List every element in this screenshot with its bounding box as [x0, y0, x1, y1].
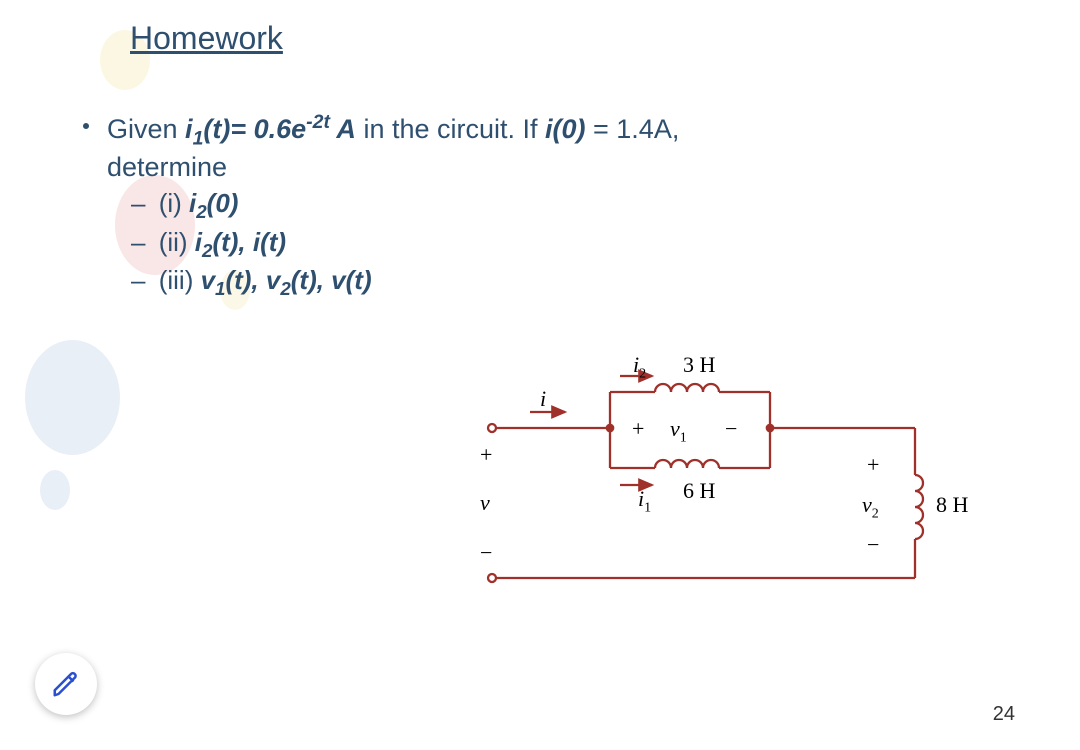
bg-balloon-blue — [25, 340, 120, 455]
item-ii: – (ii) i2(t), i(t) — [131, 225, 679, 263]
bg-balloon-blue-small — [40, 470, 70, 510]
eq-text: = 1.4A, — [586, 114, 680, 144]
i2-tail: (0) — [207, 188, 239, 218]
ii-sub: 2 — [202, 240, 212, 261]
v-var: v(t) — [331, 265, 371, 295]
dash-icon: – — [131, 188, 145, 218]
pen-icon — [51, 669, 81, 699]
label-v2-plus: + — [867, 452, 879, 478]
v1-sub: 1 — [680, 430, 687, 445]
bullet-icon — [83, 123, 89, 129]
circuit-diagram: i i2 3 H + v1 − i1 6 H + v − + v2 − 8 H — [460, 380, 1020, 640]
v2-var: v — [266, 265, 280, 295]
i2-sub: 2 — [639, 366, 646, 381]
num-iii: (iii) — [159, 265, 201, 295]
label-3H: 3 H — [683, 352, 715, 378]
i0: i(0) — [545, 114, 586, 144]
given-line: Given i1(t)= 0.6e-2t A in the circuit. I… — [107, 110, 679, 184]
text-given: Given — [107, 114, 185, 144]
item-iii: – (iii) v1(t), v2(t), v(t) — [131, 263, 679, 301]
i1-sub: 1 — [193, 127, 204, 149]
label-6H: 6 H — [683, 478, 715, 504]
mid-text: in the circuit. If — [356, 114, 545, 144]
label-i: i — [540, 386, 546, 412]
dash-icon: – — [131, 265, 145, 295]
v1-var: v — [201, 265, 215, 295]
label-v1-minus: − — [725, 416, 737, 442]
label-v-plus: + — [480, 442, 492, 468]
label-i1: i1 — [638, 486, 651, 516]
label-v2-minus: − — [867, 532, 879, 558]
page-title: Homework — [130, 20, 283, 57]
v1-text: v — [670, 416, 680, 441]
i1-var: i — [185, 114, 193, 144]
label-v1: v1 — [670, 416, 687, 446]
i1-arg: (t)= 0.6e — [203, 114, 306, 144]
i-text: i — [540, 386, 546, 411]
num-i: (i) — [159, 188, 189, 218]
v1-tail: (t), — [225, 265, 265, 295]
v2-text: v — [862, 492, 872, 517]
v2-tail: (t), — [291, 265, 331, 295]
slide: Homework Given i1(t)= 0.6e-2t A in the c… — [0, 0, 1080, 750]
label-v1-plus: + — [632, 416, 644, 442]
i1-sub: 1 — [644, 500, 651, 515]
v2-sub: 2 — [280, 279, 290, 300]
item-i: – (i) i2(0) — [131, 186, 679, 224]
v2-sub: 2 — [872, 506, 879, 521]
i1-unit: A — [330, 114, 356, 144]
ii-tail: (t), i(t) — [212, 227, 286, 257]
ii-var: i — [195, 227, 202, 257]
i2-sub: 2 — [196, 202, 206, 223]
annotate-button[interactable] — [35, 653, 97, 715]
v1-sub: 1 — [215, 279, 225, 300]
num-ii: (ii) — [159, 227, 195, 257]
content-body: Given i1(t)= 0.6e-2t A in the circuit. I… — [85, 110, 679, 302]
label-8H: 8 H — [936, 492, 968, 518]
dash-icon: – — [131, 227, 145, 257]
label-i2: i2 — [633, 352, 646, 382]
sub-list: – (i) i2(0) – (ii) i2(t), i(t) – (iii) v… — [131, 186, 679, 301]
page-number: 24 — [993, 703, 1015, 726]
label-v2: v2 — [862, 492, 879, 522]
i1-exp: -2t — [306, 111, 330, 133]
determine-text: determine — [107, 152, 227, 182]
label-v: v — [480, 490, 490, 516]
label-v-minus: − — [480, 540, 492, 566]
